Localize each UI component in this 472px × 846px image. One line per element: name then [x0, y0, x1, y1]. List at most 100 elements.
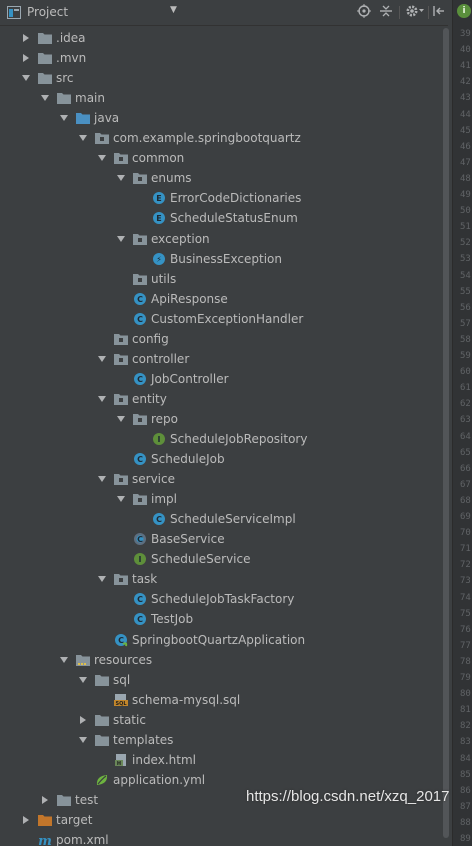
svg-text:C: C	[118, 636, 124, 645]
chevron-down-icon[interactable]	[96, 473, 108, 485]
line-number: 75	[460, 608, 471, 619]
tree-node[interactable]: .idea	[0, 28, 442, 48]
dropdown-caret-icon[interactable]: ▼	[170, 5, 177, 15]
tree-node[interactable]: C ApiResponse	[0, 289, 442, 309]
package-icon	[132, 412, 148, 426]
tree-node[interactable]: main	[0, 88, 442, 108]
chevron-down-icon[interactable]	[96, 573, 108, 585]
chevron-right-icon[interactable]	[77, 714, 89, 726]
tree-node[interactable]: controller	[0, 349, 442, 369]
tree-node[interactable]: I ScheduleJobRepository	[0, 429, 442, 449]
svg-text:I: I	[158, 435, 161, 444]
tree-node[interactable]: entity	[0, 389, 442, 409]
line-number: 44	[460, 109, 471, 120]
tree-node-label: ApiResponse	[151, 291, 228, 306]
tree-node[interactable]: enums	[0, 168, 442, 188]
chevron-down-icon[interactable]	[77, 734, 89, 746]
tree-node[interactable]: .mvn	[0, 48, 442, 68]
tree-node[interactable]: C ScheduleJobTaskFactory	[0, 589, 442, 609]
locate-icon[interactable]	[357, 4, 371, 20]
svg-text:C: C	[137, 295, 143, 304]
scrollbar-thumb[interactable]	[443, 28, 449, 838]
tree-node-label: service	[132, 472, 175, 487]
folder-icon	[94, 673, 110, 687]
tree-node[interactable]: sql	[0, 670, 442, 690]
chevron-down-icon[interactable]	[96, 393, 108, 405]
line-number: 43	[460, 93, 471, 104]
tree-node[interactable]: common	[0, 148, 442, 168]
tree-node[interactable]: I ScheduleService	[0, 549, 442, 569]
chevron-down-icon[interactable]	[96, 353, 108, 365]
toolbar-separator	[399, 6, 400, 19]
chevron-right-icon[interactable]	[39, 794, 51, 806]
tree-node-label: enums	[151, 171, 192, 186]
gear-icon[interactable]	[405, 4, 425, 20]
chevron-right-icon[interactable]	[20, 32, 32, 44]
tree-node[interactable]: impl	[0, 489, 442, 509]
line-number: 52	[460, 238, 471, 249]
tree-node[interactable]: Hindex.html	[0, 750, 442, 770]
tree-node[interactable]: C TestJob	[0, 609, 442, 629]
tree-node[interactable]: m pom.xml	[0, 830, 442, 846]
package-icon	[113, 151, 129, 165]
chevron-down-icon[interactable]	[115, 172, 127, 184]
tree-node[interactable]: templates	[0, 730, 442, 750]
tree-node[interactable]: src	[0, 68, 442, 88]
chevron-down-icon[interactable]	[20, 72, 32, 84]
class-icon: C	[132, 452, 148, 466]
editor-tab-icon[interactable]: i	[457, 4, 471, 18]
collapse-all-icon[interactable]	[379, 4, 393, 20]
chevron-down-icon[interactable]	[58, 112, 70, 124]
chevron-right-icon[interactable]	[20, 52, 32, 64]
line-number: 73	[460, 576, 471, 587]
tree-node[interactable]: java	[0, 108, 442, 128]
tree-node[interactable]: C SpringbootQuartzApplication	[0, 630, 442, 650]
tree-node[interactable]: C JobController	[0, 369, 442, 389]
tree-node[interactable]: exception	[0, 229, 442, 249]
package-icon	[132, 492, 148, 506]
tree-node[interactable]: com.example.springbootquartz	[0, 128, 442, 148]
line-number: 58	[460, 334, 471, 345]
chevron-down-icon[interactable]	[115, 413, 127, 425]
chevron-right-icon[interactable]	[20, 814, 32, 826]
line-number: 45	[460, 125, 471, 136]
chevron-down-icon[interactable]	[58, 654, 70, 666]
tree-node[interactable]: static	[0, 710, 442, 730]
tree-node[interactable]: C CustomExceptionHandler	[0, 309, 442, 329]
tree-node[interactable]: resources	[0, 650, 442, 670]
tree-node[interactable]: E ErrorCodeDictionaries	[0, 188, 442, 208]
line-number: 60	[460, 367, 471, 378]
line-number: 78	[460, 656, 471, 667]
editor-gutter: i 39 40 41 42 43 44 45 46 47 48 49 50 51 52 53 54 55 56 57…	[452, 0, 472, 846]
watermark: https://blog.csdn.net/xzq_2017	[246, 788, 450, 805]
tree-node[interactable]: application.yml	[0, 770, 442, 790]
svg-text:C: C	[137, 315, 143, 324]
tree-node[interactable]: C ScheduleServiceImpl	[0, 509, 442, 529]
project-view-title[interactable]: Project	[27, 5, 68, 19]
tree-node[interactable]: target	[0, 810, 442, 830]
chevron-down-icon[interactable]	[115, 493, 127, 505]
tree-node[interactable]: ⚡ BusinessException	[0, 249, 442, 269]
line-number: 47	[460, 157, 471, 168]
chevron-down-icon[interactable]	[77, 132, 89, 144]
folder-icon	[37, 71, 53, 85]
tree-node[interactable]: config	[0, 329, 442, 349]
tree-node[interactable]: repo	[0, 409, 442, 429]
tree-node[interactable]: task	[0, 569, 442, 589]
tree-node[interactable]: SQL schema-mysql.sql	[0, 690, 442, 710]
tree-node[interactable]: E ScheduleStatusEnum	[0, 208, 442, 228]
chevron-down-icon[interactable]	[77, 674, 89, 686]
svg-text:C: C	[137, 375, 143, 384]
tree-node[interactable]: C BaseService	[0, 529, 442, 549]
tree-node[interactable]: C ScheduleJob	[0, 449, 442, 469]
hide-panel-icon[interactable]	[432, 4, 446, 20]
tree-node-label: ScheduleStatusEnum	[170, 211, 298, 226]
tree-node[interactable]: service	[0, 469, 442, 489]
tree-node-label: main	[75, 91, 105, 106]
project-tree[interactable]: .idea .mvn src main java com.example.springbo…	[0, 26, 442, 846]
folder-icon	[94, 713, 110, 727]
chevron-down-icon[interactable]	[96, 152, 108, 164]
tree-node[interactable]: utils	[0, 269, 442, 289]
chevron-down-icon[interactable]	[115, 233, 127, 245]
chevron-down-icon[interactable]	[39, 92, 51, 104]
